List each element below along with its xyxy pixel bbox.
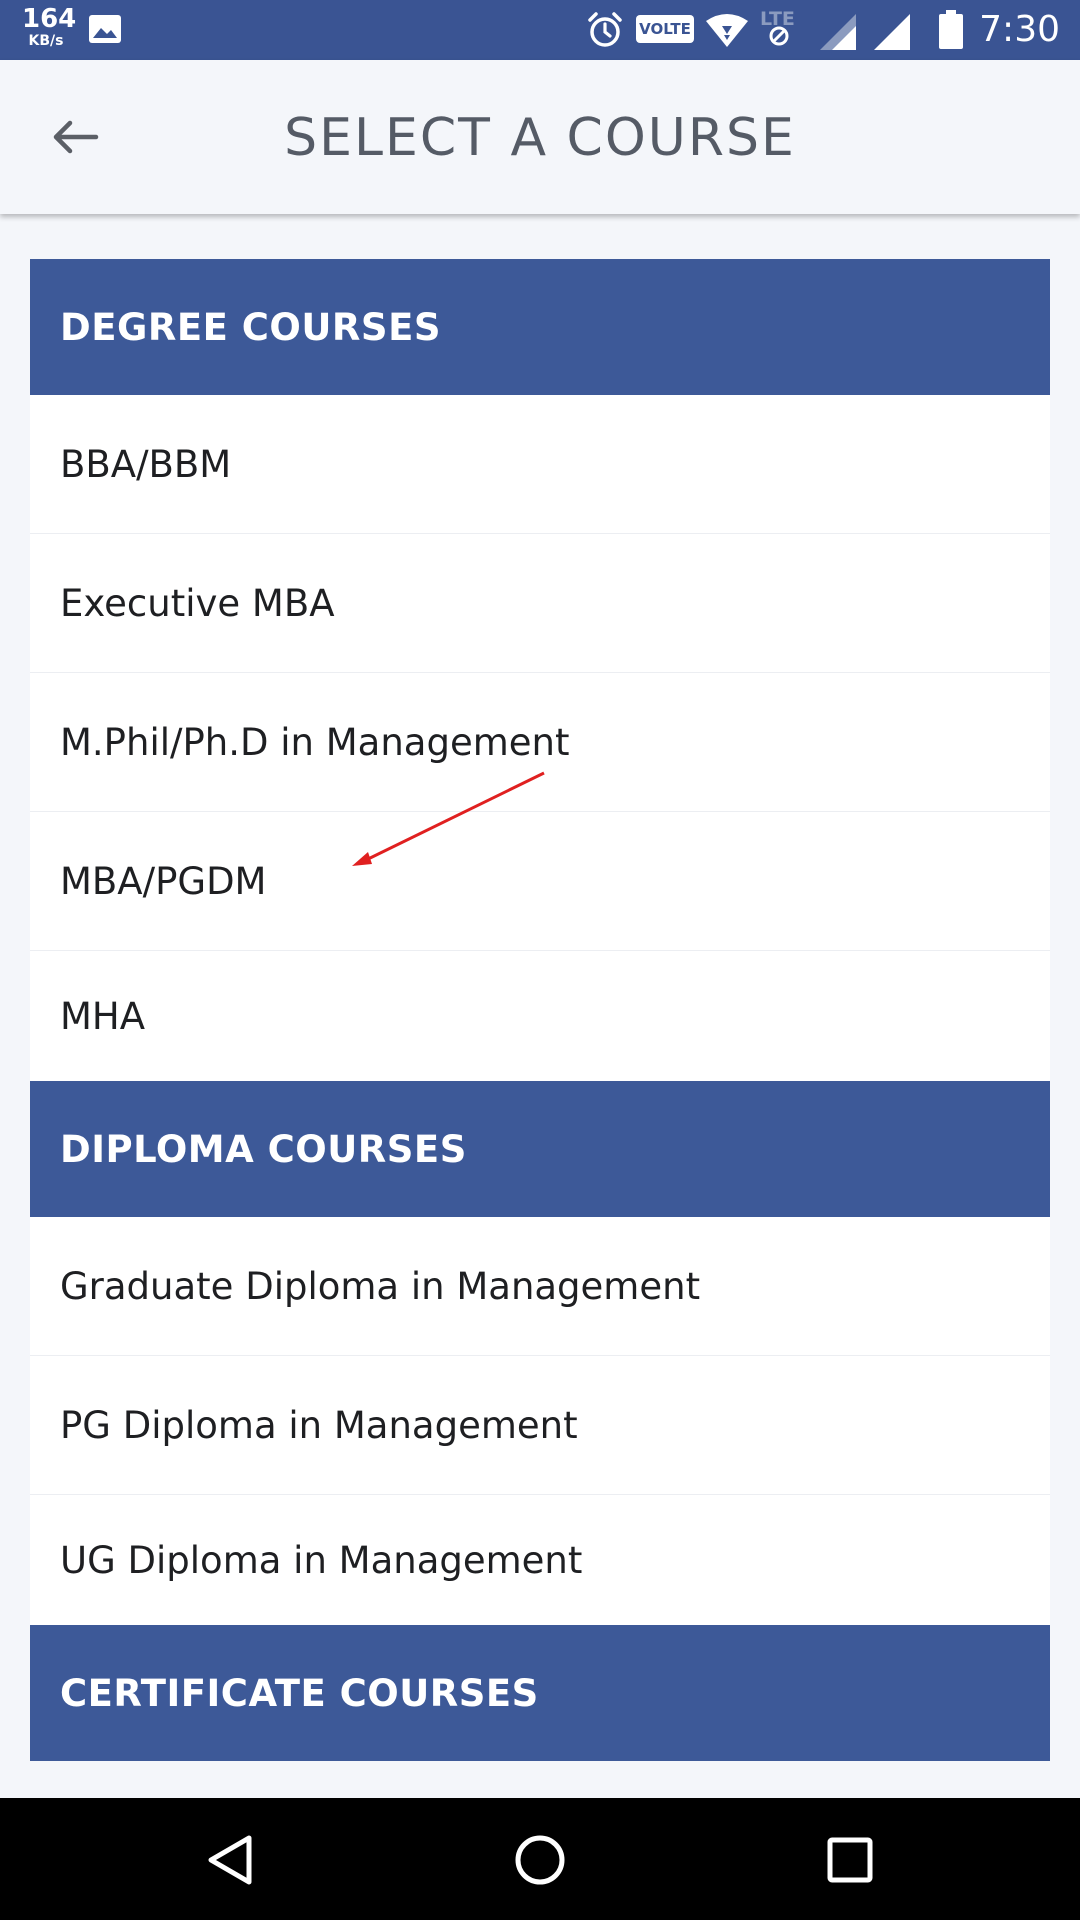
nav-recents-button[interactable] (810, 1820, 890, 1900)
annotation-arrow-icon (352, 771, 545, 866)
nav-home-button[interactable] (500, 1820, 580, 1900)
status-bar: 164 KB/s VOLTE LTE 7:30 (0, 0, 1080, 60)
network-speed-unit: KB/s (28, 33, 64, 49)
alarm-icon (588, 12, 622, 47)
signal-icon (820, 14, 856, 50)
navigation-bar (0, 1798, 1080, 1920)
back-triangle-icon (208, 1835, 252, 1885)
course-item-graduate-diploma[interactable]: Graduate Diploma in Management (30, 1217, 1050, 1356)
course-item-bba-bbm[interactable]: BBA/BBM (30, 395, 1050, 534)
app-bar: SELECT A COURSE (0, 60, 1080, 214)
lte-icon: LTE (760, 8, 810, 48)
gallery-icon (89, 15, 121, 43)
network-speed: 164 KB/s (22, 4, 77, 49)
course-list: DEGREE COURSES BBA/BBM Executive MBA M.P… (30, 259, 1050, 1761)
course-item-pg-diploma[interactable]: PG Diploma in Management (30, 1356, 1050, 1495)
section-header-certificate: CERTIFICATE COURSES (30, 1625, 1050, 1761)
clock: 7:30 (979, 9, 1060, 50)
no-data-icon (769, 26, 789, 46)
wifi-icon (706, 14, 748, 47)
recents-square-icon (827, 1837, 873, 1883)
section-header-degree: DEGREE COURSES (30, 259, 1050, 395)
course-item-executive-mba[interactable]: Executive MBA (30, 534, 1050, 673)
course-item-ug-diploma[interactable]: UG Diploma in Management (30, 1495, 1050, 1625)
volte-badge: VOLTE (636, 15, 694, 43)
section-header-diploma: DIPLOMA COURSES (30, 1081, 1050, 1217)
signal-icon (874, 14, 910, 50)
page-title: SELECT A COURSE (284, 108, 796, 168)
course-item-mha[interactable]: MHA (30, 951, 1050, 1081)
network-speed-value: 164 (22, 4, 77, 34)
battery-icon (939, 10, 963, 49)
nav-back-button[interactable] (190, 1820, 270, 1900)
home-circle-icon (515, 1835, 565, 1885)
